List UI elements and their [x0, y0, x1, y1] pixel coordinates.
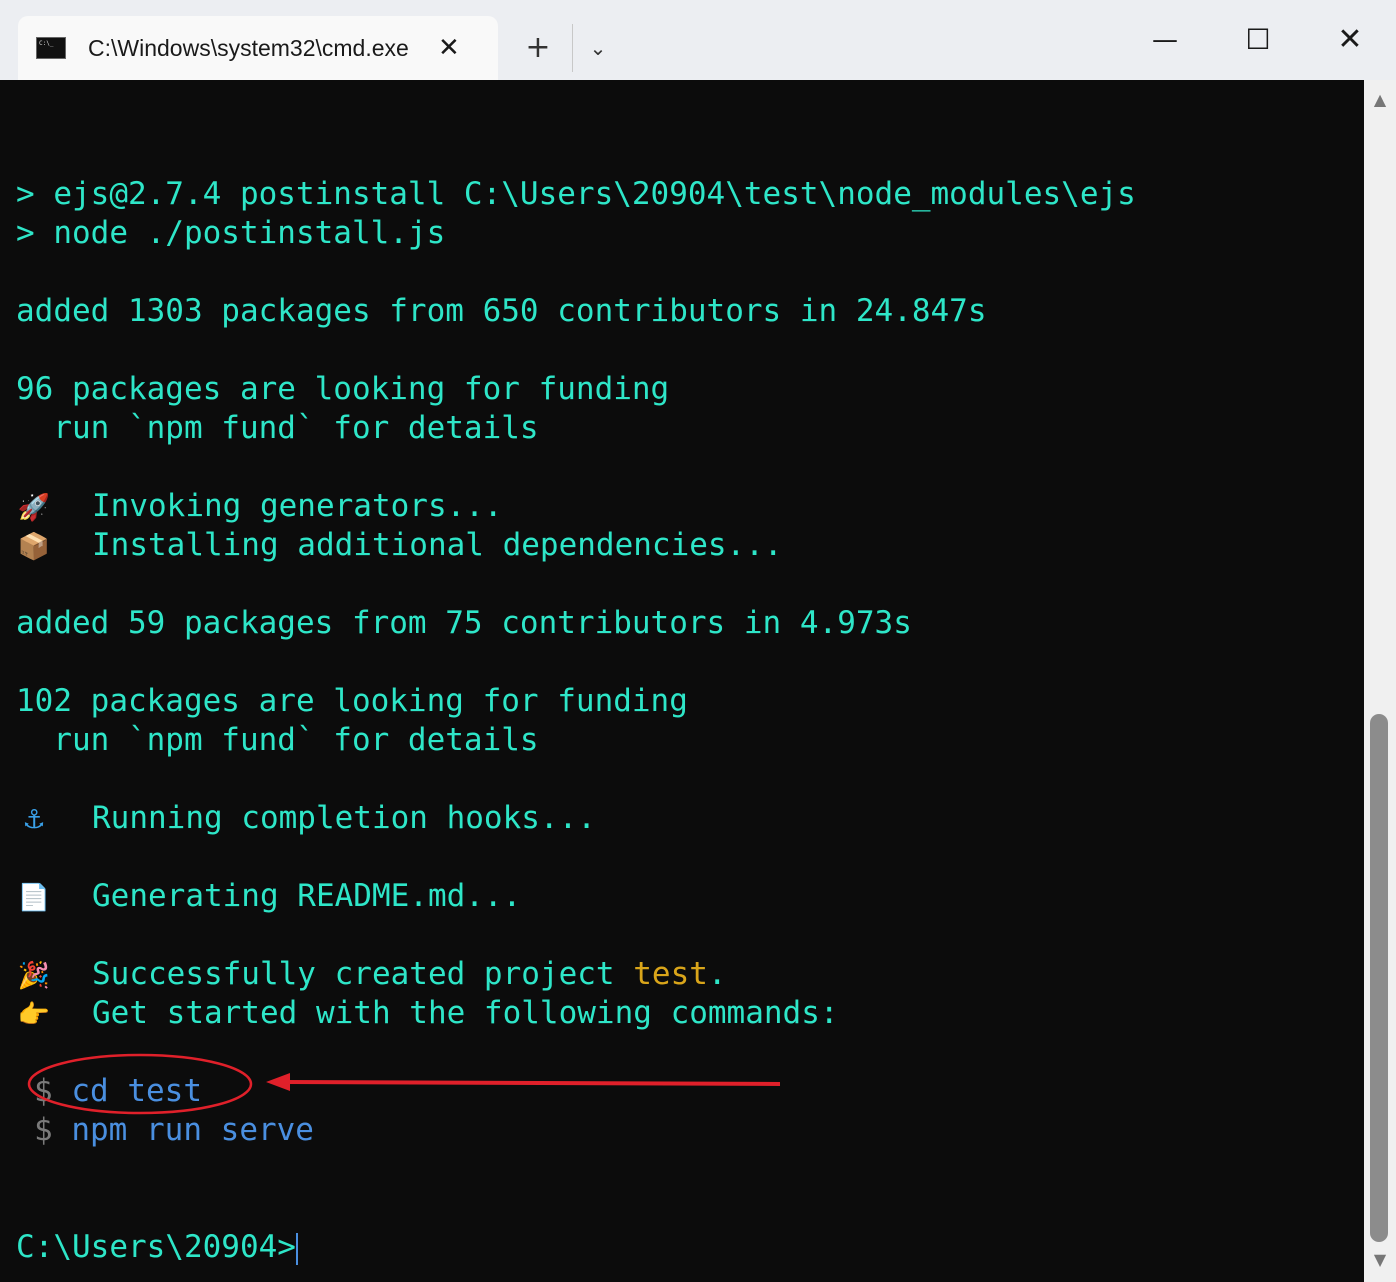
chevron-down-icon[interactable]: ⌄: [582, 28, 614, 68]
title-bar: C:\Windows\system32\cmd.exe ✕ + ⌄ — ☐ ✕: [0, 0, 1396, 80]
step-readme: Generating README.md...: [92, 878, 522, 914]
terminal-output[interactable]: [0, 80, 1364, 1282]
scroll-up-icon[interactable]: ▲: [1370, 90, 1390, 110]
close-tab-icon[interactable]: ✕: [438, 35, 460, 61]
tab-divider: [572, 24, 573, 72]
scrollbar-thumb[interactable]: [1370, 714, 1388, 1242]
command-prompt: $: [34, 1073, 53, 1109]
command-text: cd test: [71, 1073, 202, 1109]
command-text: npm run serve: [71, 1112, 314, 1148]
step-success: Successfully created project test.: [92, 955, 727, 994]
terminal-tab[interactable]: C:\Windows\system32\cmd.exe ✕: [18, 16, 498, 80]
command-prompt: $: [34, 1112, 53, 1148]
output-line: > node ./postinstall.js: [16, 215, 446, 251]
minimize-button[interactable]: —: [1130, 18, 1200, 62]
package-icon: 📦: [17, 532, 51, 562]
success-text: Successfully created project: [92, 956, 634, 992]
output-line: run `npm fund` for details: [16, 722, 539, 758]
output-line: 102 packages are looking for funding: [16, 683, 688, 719]
command-line: $ cd test: [34, 1072, 202, 1111]
output-line: added 59 packages from 75 contributors i…: [16, 605, 912, 641]
text-cursor: [295, 1232, 298, 1265]
success-period: .: [707, 956, 727, 992]
shell-prompt[interactable]: C:\Users\20904>: [16, 1228, 298, 1267]
pointing-hand-icon: 👉: [17, 1000, 51, 1030]
step-get-started: Get started with the following commands:: [92, 995, 839, 1031]
output-line: 96 packages are looking for funding: [16, 371, 670, 407]
document-icon: 📄: [17, 883, 51, 913]
maximize-button[interactable]: ☐: [1223, 18, 1293, 62]
anchor-icon: ⚓: [22, 805, 46, 835]
rocket-icon: 🚀: [17, 493, 51, 523]
party-popper-icon: 🎉: [17, 961, 51, 991]
step-invoking: Invoking generators...: [92, 488, 503, 524]
step-hooks: Running completion hooks...: [92, 800, 596, 836]
cmd-icon: [36, 37, 66, 59]
step-installing: Installing additional dependencies...: [92, 527, 783, 563]
output-line: added 1303 packages from 650 contributor…: [16, 293, 987, 329]
tab-title: C:\Windows\system32\cmd.exe: [88, 34, 409, 61]
command-line: $ npm run serve: [34, 1111, 314, 1150]
new-tab-button[interactable]: +: [518, 28, 558, 68]
output-line: > ejs@2.7.4 postinstall C:\Users\20904\t…: [16, 176, 1136, 212]
close-window-button[interactable]: ✕: [1315, 18, 1385, 62]
output-line: run `npm fund` for details: [16, 410, 539, 446]
prompt-text: C:\Users\20904>: [16, 1229, 296, 1265]
project-name: test: [633, 956, 708, 992]
scroll-down-icon[interactable]: ▼: [1370, 1250, 1390, 1270]
